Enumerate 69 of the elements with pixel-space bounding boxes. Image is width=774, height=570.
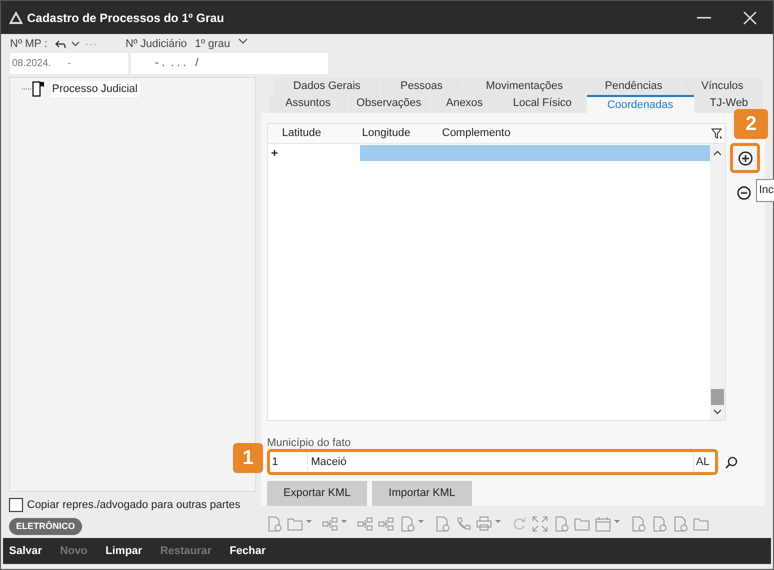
undo-icon[interactable] [55, 40, 66, 48]
filter-icon[interactable] [711, 128, 723, 140]
tree-line-icon [22, 88, 32, 90]
mp-number-field[interactable]: 08.2024. - [10, 53, 128, 74]
chevron-down-icon[interactable] [238, 38, 248, 44]
folder-icon[interactable] [693, 516, 709, 532]
chevron-down-icon[interactable] [71, 41, 80, 47]
phone-icon[interactable] [455, 516, 471, 532]
minimize-icon[interactable] [697, 16, 711, 18]
selected-cell[interactable] [360, 145, 710, 161]
action-button[interactable]: Limpar [106, 542, 142, 560]
kml-button[interactable]: Importar KML [372, 481, 472, 506]
remove-button[interactable] [737, 186, 751, 200]
tab[interactable]: Pessoas [380, 78, 462, 94]
tab[interactable]: Movimentações [463, 78, 586, 94]
printer-icon[interactable] [476, 516, 492, 532]
instance-label: 1º grau [194, 36, 230, 52]
action-button[interactable]: Fechar [230, 542, 266, 560]
tab[interactable]: Anexos [430, 94, 498, 113]
tree-item[interactable]: Processo Judicial [51, 80, 139, 98]
state-value: AL [693, 452, 715, 472]
field-label: Município do fato [267, 437, 352, 449]
hierarchy-icon[interactable] [378, 516, 394, 532]
step-callout: 2 [734, 109, 768, 139]
tab[interactable]: Coordenadas [586, 94, 694, 113]
column-header[interactable]: Latitude [268, 125, 348, 142]
tab[interactable]: Pendências [586, 78, 681, 94]
tab[interactable]: Assuntos [269, 94, 347, 113]
tab[interactable]: Local Físico [498, 94, 586, 113]
tooltip: Inc [756, 179, 774, 202]
document-icon[interactable] [672, 516, 688, 532]
plus-circle-icon [738, 150, 752, 166]
calendar-icon[interactable] [595, 516, 611, 532]
kml-button[interactable]: Exportar KML [267, 481, 367, 506]
add-button[interactable] [730, 143, 760, 173]
action-button[interactable]: Salvar [9, 542, 42, 560]
step-callout: 1 [233, 443, 263, 473]
search-icon[interactable] [725, 456, 738, 468]
vertical-scrollbar[interactable] [710, 144, 725, 420]
judicial-number-field[interactable]: - . . . . / [131, 53, 328, 74]
folder-icon[interactable] [287, 516, 303, 532]
hierarchy-icon[interactable] [357, 516, 373, 532]
code-value: 1 [270, 452, 308, 472]
column-header[interactable]: Complemento [428, 125, 548, 142]
window-title: Cadastro de Processos do 1º Grau [27, 10, 224, 26]
tab[interactable]: Dados Gerais [274, 78, 380, 94]
scroll-down-icon[interactable] [713, 409, 722, 415]
checkbox-label: Copiar repres./advogado para outras partes [27, 498, 240, 513]
folder-icon[interactable] [574, 516, 590, 532]
document-icon[interactable] [630, 516, 646, 532]
municipality-value: Maceió [310, 455, 348, 470]
field-label: Nº MP : [10, 36, 48, 52]
checkbox[interactable] [9, 498, 23, 512]
hierarchy-icon[interactable] [322, 516, 338, 532]
scrollbar-thumb[interactable] [711, 389, 724, 405]
new-row-marker: + [270, 145, 280, 162]
app-logo-icon [9, 11, 23, 24]
status-badge: ELETRÔNICO [9, 518, 82, 534]
scroll-up-icon[interactable] [713, 150, 722, 156]
document-icon [32, 81, 45, 97]
tab[interactable]: Vínculos [682, 78, 763, 94]
refresh-icon[interactable] [511, 516, 527, 532]
tab[interactable]: Observações [348, 94, 430, 113]
field-label: Nº Judiciário [125, 36, 187, 52]
expand-icon[interactable] [532, 516, 548, 532]
document-icon[interactable] [651, 516, 667, 532]
close-icon[interactable] [743, 10, 757, 24]
municipality-field[interactable]: 1 Maceió AL [267, 449, 718, 475]
column-header[interactable]: Longitude [348, 125, 428, 142]
